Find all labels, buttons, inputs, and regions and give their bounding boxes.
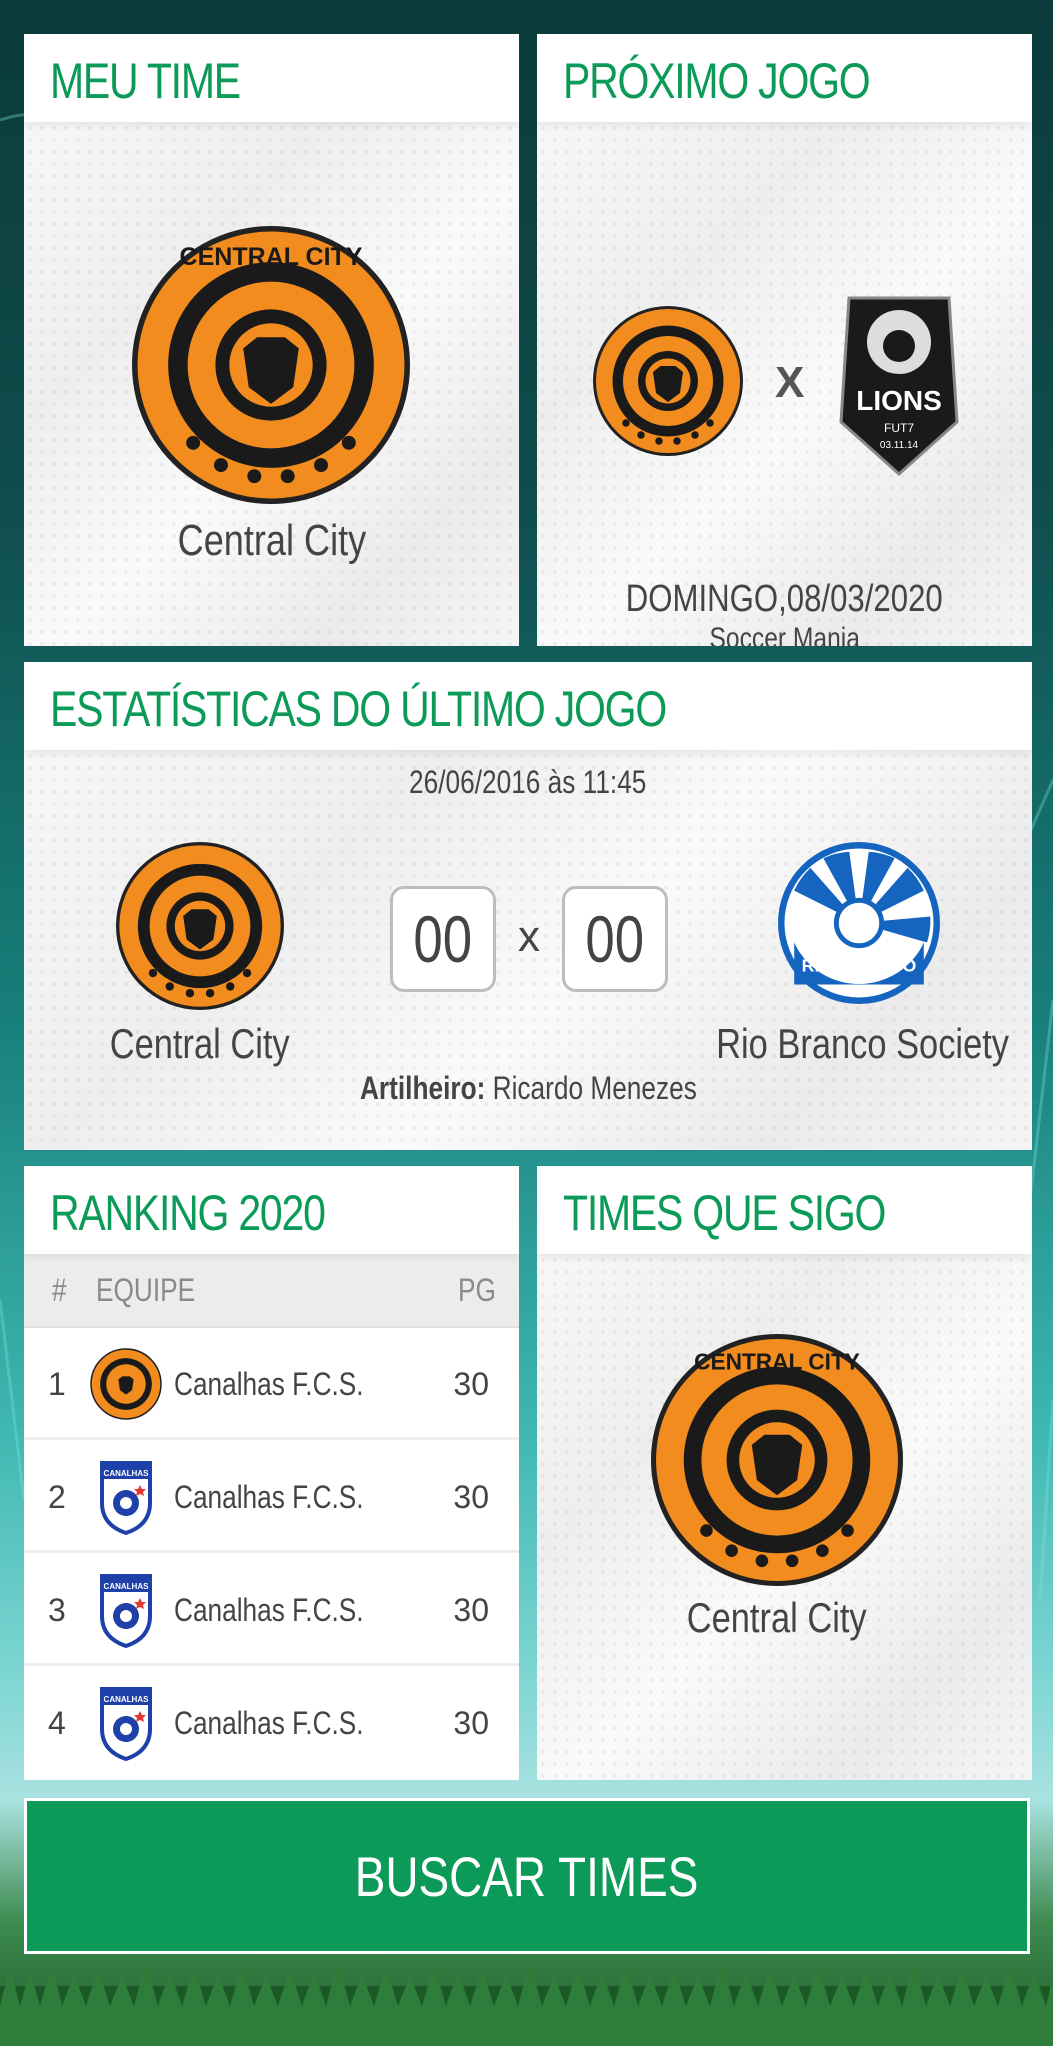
central-city-crest-icon: CENTRAL CITY (651, 1334, 903, 1586)
my-team-title: MEU TIME (50, 53, 241, 109)
followed-team-name: Central City (687, 1594, 867, 1641)
ranking-card[interactable]: RANKING 2020 # EQUIPE PG 1 Canalhas F.C.… (24, 1166, 519, 1780)
my-team-name: Central City (177, 516, 366, 565)
svg-text:LIONS: LIONS (856, 385, 942, 416)
next-match-card[interactable]: PRÓXIMO JOGO X LIONS FUT7 03.11.14 DOMIN… (537, 34, 1032, 646)
ranking-position: 4 (48, 1705, 66, 1741)
last-match-stats-header: ESTATÍSTICAS DO ÚLTIMO JOGO (24, 662, 1032, 750)
score-separator: x (518, 912, 540, 961)
top-scorer-label: Artilheiro: (359, 1070, 485, 1106)
away-score: 00 (585, 902, 645, 976)
ranking-title: RANKING 2020 (50, 1185, 326, 1241)
top-scorer: Artilheiro: Ricardo Menezes (360, 1070, 697, 1107)
ranking-points: 30 (453, 1479, 489, 1515)
home-team-name: Central City (110, 1020, 290, 1067)
ranking-position: 3 (48, 1592, 66, 1628)
ranking-points: 30 (453, 1366, 489, 1402)
col-points: PG (458, 1272, 496, 1308)
svg-text:03.11.14: 03.11.14 (880, 440, 919, 451)
ranking-team-name: Canalhas F.C.S. (174, 1592, 364, 1628)
away-score-box: 00 (562, 886, 668, 992)
ranking-row[interactable]: 2 CANALHAS Canalhas F.C.S. 30 (24, 1441, 519, 1553)
followed-teams-body: CENTRAL CITY Central City (537, 1254, 1032, 1780)
lions-fut7-crest-icon: LIONS FUT7 03.11.14 (839, 296, 959, 477)
ranking-column-headers: # EQUIPE PG (24, 1254, 519, 1328)
ranking-team-name: Canalhas F.C.S. (174, 1705, 364, 1741)
last-match-stats-title: ESTATÍSTICAS DO ÚLTIMO JOGO (50, 681, 667, 737)
home-score-box: 00 (390, 886, 496, 992)
next-match-date: DOMINGO,08/03/2020 (626, 578, 943, 620)
col-team: EQUIPE (96, 1272, 196, 1308)
svg-text:CENTRAL CITY: CENTRAL CITY (694, 1348, 860, 1374)
home-score: 00 (413, 902, 473, 976)
next-match-header: PRÓXIMO JOGO (537, 34, 1032, 122)
ranking-team-name: Canalhas F.C.S. (174, 1479, 364, 1515)
col-position: # (52, 1272, 67, 1308)
svg-text:FUT7: FUT7 (884, 421, 914, 435)
central-city-crest-icon (593, 306, 743, 456)
search-teams-label: BUSCAR TIMES (355, 1844, 699, 1908)
next-match-venue: Soccer Mania (709, 622, 860, 646)
ranking-position: 2 (48, 1479, 66, 1515)
canalhas-shield-icon: CANALHAS (100, 1687, 152, 1761)
ranking-row[interactable]: 3 CANALHAS Canalhas F.C.S. 30 (24, 1554, 519, 1666)
my-team-header: MEU TIME (24, 34, 519, 122)
followed-teams-header: TIMES QUE SIGO (537, 1166, 1032, 1254)
next-match-title: PRÓXIMO JOGO (563, 53, 871, 109)
grass-decoration (0, 1962, 1053, 2046)
ranking-team-name: Canalhas F.C.S. (174, 1366, 364, 1402)
ranking-row[interactable]: 1 Canalhas F.C.S. 30 (24, 1328, 519, 1440)
followed-teams-card[interactable]: TIMES QUE SIGO CENTRAL CITY Central City (537, 1166, 1032, 1780)
ranking-row[interactable]: 4 CANALHAS Canalhas F.C.S. 30 (24, 1667, 519, 1779)
last-match-datetime: 26/06/2016 às 11:45 (409, 764, 647, 800)
ranking-header: RANKING 2020 (24, 1166, 519, 1254)
svg-text:CANALHAS: CANALHAS (104, 1695, 150, 1704)
top-scorer-name: Ricardo Menezes (492, 1070, 697, 1106)
followed-teams-title: TIMES QUE SIGO (563, 1185, 886, 1241)
ranking-position: 1 (48, 1366, 66, 1402)
central-city-crest-icon (116, 842, 284, 1010)
away-team-name: Rio Branco Society (716, 1020, 1010, 1067)
canalhas-shield-icon: CANALHAS (100, 1461, 152, 1535)
svg-text:CENTRAL CITY: CENTRAL CITY (180, 243, 363, 271)
last-match-stats-body: 26/06/2016 às 11:45 Central City 00 x 00 (24, 750, 1032, 1150)
ranking-points: 30 (453, 1592, 489, 1628)
svg-text:RIO BRANCO: RIO BRANCO (802, 956, 917, 976)
svg-text:CANALHAS: CANALHAS (104, 1469, 150, 1478)
rio-branco-crest-icon: RIO BRANCO (778, 842, 940, 1004)
central-city-crest-icon (90, 1348, 162, 1420)
ranking-points: 30 (453, 1705, 489, 1741)
vs-label: X (775, 358, 805, 407)
my-team-card[interactable]: MEU TIME CENTRAL CITY Central City (24, 34, 519, 646)
next-match-body: X LIONS FUT7 03.11.14 DOMINGO,08/03/2020… (537, 122, 1032, 646)
my-team-body: CENTRAL CITY Central City (24, 122, 519, 646)
canalhas-shield-icon: CANALHAS (100, 1574, 152, 1648)
last-match-stats-card[interactable]: ESTATÍSTICAS DO ÚLTIMO JOGO 26/06/2016 à… (24, 662, 1032, 1150)
search-teams-button[interactable]: BUSCAR TIMES (24, 1798, 1030, 1954)
svg-text:CANALHAS: CANALHAS (104, 1582, 150, 1591)
central-city-crest-icon: CENTRAL CITY (132, 226, 410, 504)
